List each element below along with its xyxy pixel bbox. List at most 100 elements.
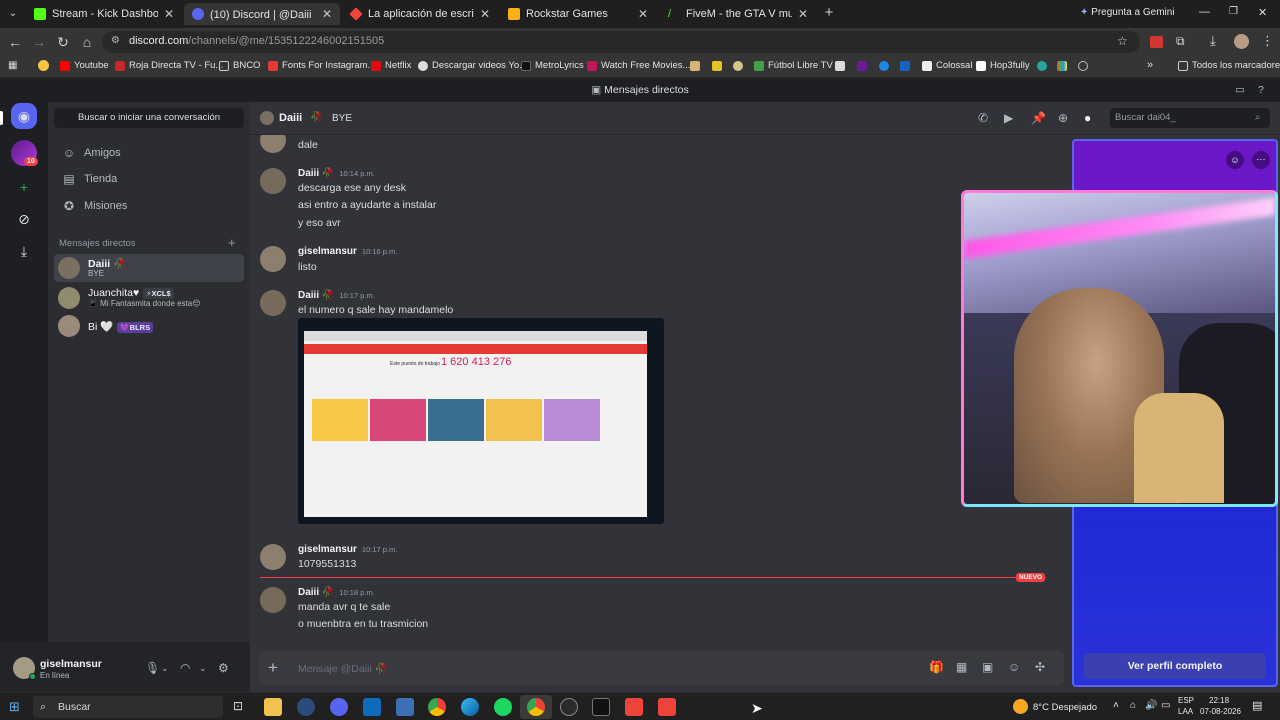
edge-icon[interactable] <box>461 698 479 716</box>
message-author[interactable]: Daiii <box>298 168 319 179</box>
bookmark-hop3fully[interactable]: Hop3fully <box>976 60 1030 71</box>
tab-rockstar[interactable]: Rockstar Games ✕ <box>500 3 656 25</box>
chrome-icon[interactable] <box>428 698 446 716</box>
bookmark-star-icon[interactable]: ☆ <box>1117 34 1128 48</box>
nav-quests[interactable]: ✪ Misiones <box>54 194 244 218</box>
chat-search-input[interactable]: Buscar dai04_ ⌕ <box>1110 108 1270 128</box>
bookmark-icon[interactable] <box>712 61 722 71</box>
tab-anydesk[interactable]: La aplicación de escritorio remo ✕ <box>342 3 498 25</box>
chrome-active-icon[interactable] <box>527 698 545 716</box>
dm-item-daiii[interactable]: Daiii 🥀 BYE <box>54 254 244 282</box>
windows-start-icon[interactable]: ⊞ <box>9 699 20 715</box>
close-window-icon[interactable]: ✕ <box>1258 6 1267 19</box>
bookmark-metrolyrics[interactable]: MetroLyrics <box>521 60 584 71</box>
headphones-icon[interactable]: ◠ <box>180 661 190 675</box>
emoji-bookmark-icon[interactable] <box>38 60 49 71</box>
bookmark-icon[interactable] <box>733 61 743 71</box>
outlook-icon[interactable] <box>363 698 381 716</box>
tab-discord[interactable]: (10) Discord | @Daiii 🥀 ✕ <box>184 3 340 25</box>
apps-icon[interactable]: ✣ <box>1035 660 1045 674</box>
gift-icon[interactable]: 🎁 <box>929 660 944 674</box>
message-author[interactable]: Daiii <box>298 290 319 301</box>
clock-date[interactable]: 07-08-2026 <box>1200 707 1241 716</box>
bookmark-fonts[interactable]: Fonts For Instagram... <box>268 60 375 71</box>
bookmark-icon[interactable] <box>879 61 889 71</box>
pinned-messages-icon[interactable]: 📌 <box>1031 111 1046 125</box>
bookmark-icon[interactable] <box>900 61 910 71</box>
bookmark-futbol-libre[interactable]: Fútbol Libre TV <box>754 60 833 71</box>
bookmark-descargar[interactable]: Descargar videos Yo... <box>418 60 527 71</box>
explore-icon[interactable]: ⊘ <box>11 206 37 232</box>
address-bar[interactable]: ⚙ discord.com/channels/@me/1535122246002… <box>102 31 1140 53</box>
more-bookmarks-icon[interactable]: » <box>1147 59 1153 71</box>
add-server-icon[interactable]: + <box>11 174 37 200</box>
image-attachment[interactable]: Este puesto de trabajo 1 620 413 276 <box>298 318 664 524</box>
bookmark-bnco[interactable]: BNCO <box>219 60 260 71</box>
nav-store[interactable]: ▤ Tienda <box>54 167 244 191</box>
help-icon[interactable]: ? <box>1258 79 1264 102</box>
reload-icon[interactable]: ↻ <box>54 33 72 51</box>
epic-games-icon[interactable] <box>592 698 610 716</box>
weather-icon[interactable] <box>1013 699 1028 714</box>
clock-time[interactable]: 22:18 <box>1209 696 1229 705</box>
bookmark-netflix[interactable]: Netflix <box>371 60 411 71</box>
dm-item-juanchita[interactable]: Juanchita♥ ⚡XCL$ 📱 Mi Fantasmita donde es… <box>54 284 244 312</box>
sticker-icon[interactable]: ▣ <box>982 660 993 674</box>
message-author[interactable]: Daiii <box>298 587 319 598</box>
bookmark-icon[interactable] <box>690 61 700 71</box>
avatar[interactable] <box>260 246 286 272</box>
inbox-icon[interactable]: ▭ <box>1235 79 1245 102</box>
settings-gear-icon[interactable]: ⚙ <box>218 661 229 675</box>
view-full-profile-button[interactable]: Ver perfil completo <box>1084 653 1266 679</box>
bookmark-icon[interactable] <box>1037 61 1047 71</box>
microphone-icon[interactable]: 🎙 <box>145 661 160 675</box>
tray-chevron-icon[interactable]: ˄ <box>1113 700 1119 711</box>
message-author[interactable]: giselmansur <box>298 246 357 257</box>
download-apps-icon[interactable]: ⤓ <box>11 238 37 264</box>
discord-home-icon[interactable]: ◉ <box>11 103 37 129</box>
close-tab-icon[interactable]: ✕ <box>164 7 174 21</box>
all-bookmarks-button[interactable]: Todos los marcadores <box>1178 60 1280 71</box>
tab-kick[interactable]: Stream - Kick Dashboard ✕ <box>26 3 182 25</box>
download-icon[interactable]: ⤓ <box>1210 33 1216 49</box>
globe-icon[interactable] <box>1078 61 1088 71</box>
kebab-menu-icon[interactable]: ⋮ <box>1261 33 1274 49</box>
gemini-button[interactable]: ✦ Pregunta a Gemini <box>1080 7 1175 18</box>
extensions-puzzle-icon[interactable]: ⧉ <box>1176 34 1185 49</box>
nav-friends[interactable]: ☺ Amigos <box>54 141 244 165</box>
home-icon[interactable]: ⌂ <box>78 33 96 51</box>
back-icon[interactable]: ← <box>6 33 24 51</box>
message-author[interactable]: giselmansur <box>298 544 357 555</box>
notification-icon[interactable]: ▤ <box>1252 699 1262 712</box>
app-icon[interactable] <box>396 698 414 716</box>
apps-grid-icon[interactable]: ▦ <box>8 60 17 71</box>
minimize-icon[interactable]: — <box>1199 6 1210 18</box>
tab-search-icon[interactable]: ⌄ <box>4 5 22 23</box>
bookmark-icon[interactable] <box>1057 61 1067 71</box>
chevron-down-icon[interactable]: ⌄ <box>161 663 169 674</box>
weather-text[interactable]: 8°C Despejado <box>1033 702 1097 713</box>
anydesk-icon[interactable] <box>625 698 643 716</box>
volume-icon[interactable]: 🔊 <box>1145 700 1157 711</box>
discord-taskbar-icon[interactable] <box>330 698 348 716</box>
task-view-icon[interactable]: ⊡ <box>233 699 243 713</box>
tab-fivem[interactable]: / FiveM - the GTA V multiplayer m ✕ <box>660 3 816 25</box>
avatar[interactable] <box>260 290 286 316</box>
emoji-icon[interactable]: ☺ <box>1008 660 1020 674</box>
avatar[interactable] <box>260 587 286 613</box>
new-tab-button[interactable]: + <box>820 4 838 22</box>
site-info-icon[interactable]: ⚙ <box>111 35 120 46</box>
bookmark-colossal[interactable]: Colossal <box>922 60 972 71</box>
close-tab-icon[interactable]: ✕ <box>480 7 490 21</box>
app-icon[interactable] <box>297 698 315 716</box>
extension-icon[interactable] <box>1150 36 1163 48</box>
app-icon[interactable] <box>560 698 578 716</box>
close-tab-icon[interactable]: ✕ <box>798 7 808 21</box>
yahoo-icon[interactable] <box>857 61 867 71</box>
gif-icon[interactable]: ▦ <box>956 660 967 674</box>
network-icon[interactable]: ⌂ <box>1130 700 1136 711</box>
language-label[interactable]: ESP <box>1178 696 1194 705</box>
user-profile-icon[interactable]: ● <box>1084 111 1091 125</box>
add-friends-to-dm-icon[interactable]: ⊕ <box>1058 111 1068 125</box>
voice-call-icon[interactable]: ✆ <box>978 111 988 125</box>
